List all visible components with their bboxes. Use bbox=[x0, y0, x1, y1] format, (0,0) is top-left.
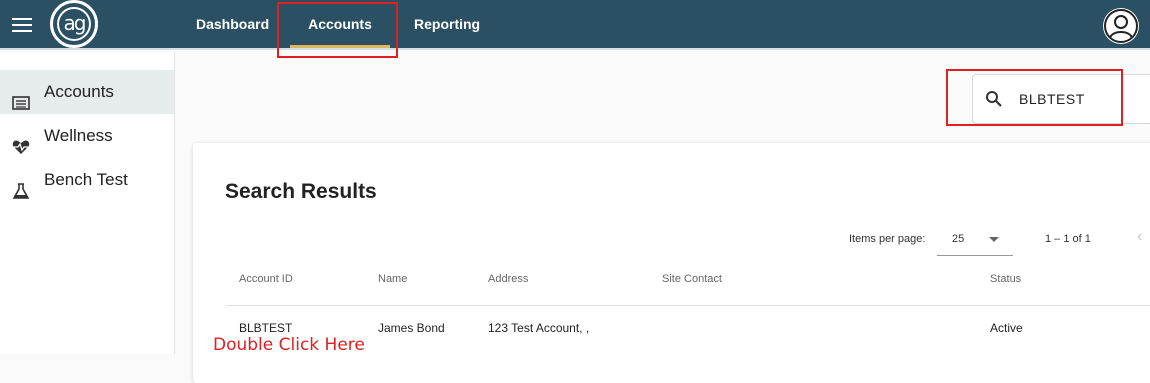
items-per-page-select[interactable]: 25 bbox=[937, 226, 1013, 256]
items-per-page-label: Items per page: bbox=[849, 233, 926, 245]
sidebar-item-label: Bench Test bbox=[44, 170, 128, 189]
sidebar-item-accounts[interactable]: Accounts bbox=[0, 70, 174, 114]
nav-tab-accounts-label: Accounts bbox=[308, 16, 372, 32]
column-header-address[interactable]: Address bbox=[488, 273, 528, 285]
page-title: Search Results bbox=[225, 180, 377, 203]
cell-status: Active bbox=[990, 321, 1023, 335]
annotation-text: Double Click Here bbox=[213, 335, 365, 355]
cell-account-id: BLBTEST bbox=[239, 321, 293, 335]
sidebar-item-label: Accounts bbox=[44, 82, 114, 101]
active-tab-indicator bbox=[290, 45, 390, 48]
top-app-bar: ag Dashboard Accounts Reporting bbox=[0, 0, 1150, 50]
logo-text: ag bbox=[57, 7, 91, 41]
flask-icon bbox=[12, 172, 30, 199]
search-input[interactable] bbox=[1019, 87, 1139, 111]
previous-page-icon[interactable]: ‹ bbox=[1137, 228, 1150, 248]
column-header-name[interactable]: Name bbox=[378, 273, 407, 285]
cell-name: James Bond bbox=[378, 321, 445, 335]
cell-address: 123 Test Account, , bbox=[488, 321, 590, 335]
user-avatar-icon[interactable] bbox=[1103, 8, 1139, 44]
heart-pulse-icon bbox=[12, 128, 30, 154]
app-logo[interactable]: ag bbox=[50, 0, 98, 48]
column-header-site-contact[interactable]: Site Contact bbox=[662, 273, 722, 285]
list-icon bbox=[12, 84, 30, 110]
sidebar-item-label: Wellness bbox=[44, 126, 113, 145]
chevron-down-icon bbox=[989, 237, 999, 242]
sidebar-item-wellness[interactable]: Wellness bbox=[0, 114, 174, 158]
column-header-account-id[interactable]: Account ID bbox=[239, 273, 293, 285]
sidebar: Accounts Wellness Bench Test bbox=[0, 52, 175, 354]
nav-tab-accounts[interactable]: Accounts bbox=[288, 0, 392, 50]
search-icon bbox=[985, 90, 1003, 108]
nav-tab-reporting[interactable]: Reporting bbox=[414, 0, 480, 50]
menu-icon[interactable] bbox=[12, 18, 32, 32]
sidebar-item-bench-test[interactable]: Bench Test bbox=[0, 158, 174, 202]
nav-tab-dashboard[interactable]: Dashboard bbox=[196, 0, 269, 50]
items-per-page-value: 25 bbox=[952, 233, 965, 245]
pagination-range: 1 – 1 of 1 bbox=[1045, 233, 1091, 245]
search-field[interactable] bbox=[972, 74, 1150, 124]
column-header-status[interactable]: Status bbox=[990, 273, 1021, 285]
